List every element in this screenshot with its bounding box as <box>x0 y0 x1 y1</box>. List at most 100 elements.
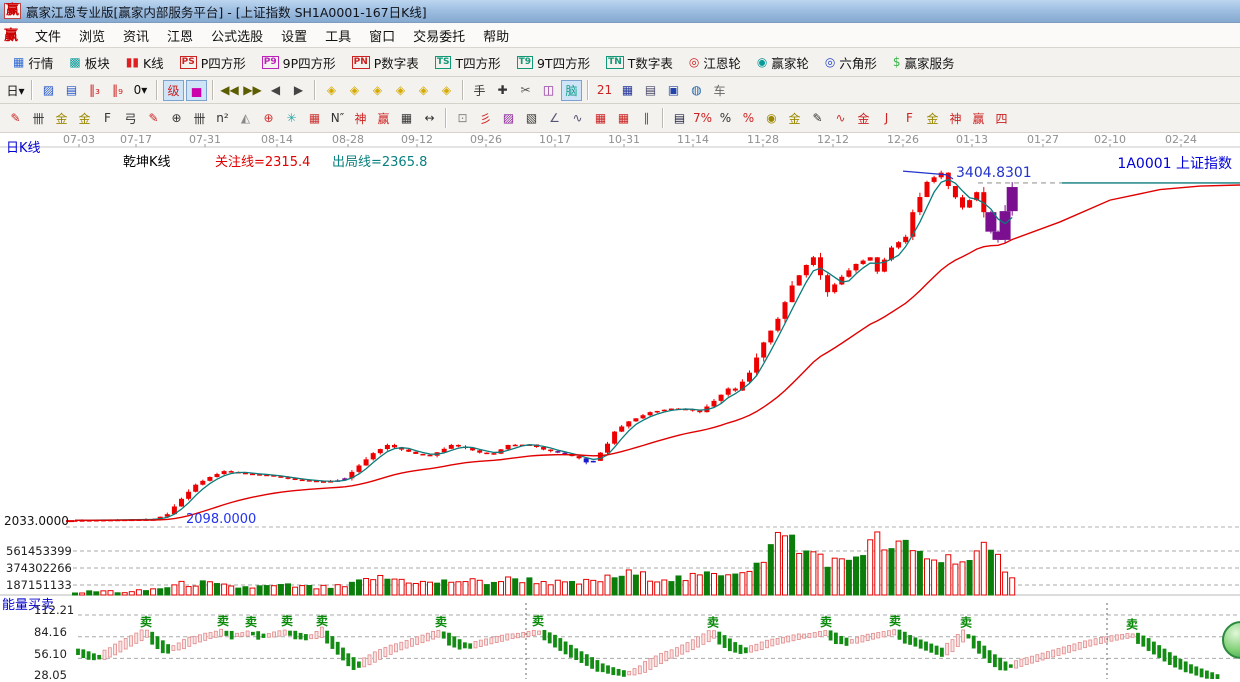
winner-wheel-button[interactable]: ◉ 赢家轮 <box>750 50 816 75</box>
menu-item-5[interactable]: 设置 <box>272 24 316 47</box>
t-square-button[interactable]: TS T四方形 <box>428 50 508 75</box>
sector-blocks-icon: ▩ <box>69 55 81 69</box>
red-rays-icon[interactable]: 彡 <box>475 108 496 129</box>
f-ruler-icon[interactable]: F <box>97 108 118 129</box>
calculator-icon[interactable]: ▦ <box>617 80 638 101</box>
snip-pointer-icon[interactable]: ✂ <box>515 80 536 101</box>
n-squared-icon[interactable]: n² <box>212 108 233 129</box>
p-square-button[interactable]: PS P四方形 <box>173 50 253 75</box>
wave-lines-icon[interactable]: ∿ <box>567 108 588 129</box>
save-disk-icon[interactable]: ▣ <box>663 80 684 101</box>
ink-pen-icon[interactable]: ✎ <box>807 108 828 129</box>
main-toolbar: ▦ 行情 ▩ 板块 ▮▮ K线 PS P四方形 P9 9P四方形 PN P数字表 TS T四方形 T9 9T四… <box>0 48 1240 77</box>
diamond-right-icon[interactable]: ◈ <box>344 80 365 101</box>
wave-av-icon[interactable]: ∿ <box>830 108 851 129</box>
pen-ruler-icon[interactable]: ✎ <box>143 108 164 129</box>
spiral-tool-icon[interactable]: 弓 <box>120 108 141 129</box>
ruler-grid-icon[interactable]: 卌 <box>28 108 49 129</box>
menu-item-9[interactable]: 帮助 <box>474 24 518 47</box>
j-angle-icon[interactable]: J <box>876 108 897 129</box>
trade-truck-icon[interactable]: 车 <box>709 80 730 101</box>
ying-angle-icon[interactable]: 赢 <box>968 108 989 129</box>
circle-cross-icon[interactable]: ⊕ <box>258 108 279 129</box>
shen-angle-icon[interactable]: 神 <box>945 108 966 129</box>
red-grid-b-icon[interactable]: ▦ <box>613 108 634 129</box>
diamond-hcompress-icon[interactable]: ◈ <box>390 80 411 101</box>
menu-item-7[interactable]: 窗口 <box>360 24 404 47</box>
box-grid-icon[interactable]: ▦ <box>304 108 325 129</box>
angle-mirror-icon[interactable]: ◭ <box>235 108 256 129</box>
diamond-vcompress-icon[interactable]: ◈ <box>413 80 434 101</box>
plain-ruler-icon[interactable]: 卌 <box>189 108 210 129</box>
chart-canvas[interactable]: 07-03 07-17 07-31 08-14 08-28 09-12 09-26 10-17… <box>0 133 1240 679</box>
menu-item-1[interactable]: 浏览 <box>70 24 114 47</box>
box-corner-icon[interactable]: ⊡ <box>452 108 473 129</box>
grid-123-icon[interactable]: ▦ <box>396 108 417 129</box>
9t-square-button[interactable]: T9 9T四方形 <box>510 50 598 75</box>
shen-grid-icon[interactable]: 神 <box>350 108 371 129</box>
sector-blocks-button[interactable]: ▩ 板块 <box>62 50 116 75</box>
zero-dropdown[interactable]: 0▾ <box>130 80 151 101</box>
last-page-icon[interactable]: ▶▶ <box>242 80 263 101</box>
gold-lines-red-icon[interactable]: 金 <box>853 108 874 129</box>
notepad-icon[interactable]: ▤ <box>640 80 661 101</box>
winner-service-button[interactable]: $ 赢家服务 <box>886 50 962 75</box>
gann-gold-grid2-icon[interactable]: 金 <box>74 108 95 129</box>
pattern-window-icon[interactable]: ▨ <box>38 80 59 101</box>
red-grid-a-icon[interactable]: ▦ <box>590 108 611 129</box>
first-page-icon[interactable]: ◀◀ <box>219 80 240 101</box>
qiankun-kline-icon[interactable]: 级 <box>163 79 184 101</box>
diamond-left-icon[interactable]: ◈ <box>321 80 342 101</box>
circle-gold-icon[interactable]: ◉ <box>761 108 782 129</box>
crosshair-icon[interactable]: ✚ <box>492 80 513 101</box>
purple-frame-tool-icon[interactable]: ◫ <box>538 80 559 101</box>
calendar-21-icon[interactable]: 21 <box>594 80 615 101</box>
hand-drag-icon[interactable]: 手 <box>469 80 490 101</box>
chart-area: 日K线 乾坤K线 关注线=2315.4 出局线=2365.8 1A0001 上证… <box>0 133 1240 682</box>
t-number-table-button[interactable]: TN T数字表 <box>599 50 680 75</box>
p-number-table-button[interactable]: PN P数字表 <box>345 50 426 75</box>
purple-grid-rays-icon[interactable]: ▨ <box>498 108 519 129</box>
si-angle-icon[interactable]: 四 <box>991 108 1012 129</box>
menu-item-8[interactable]: 交易委托 <box>404 24 474 47</box>
n-quote-icon[interactable]: Ν″ <box>327 108 348 129</box>
percent-lines-icon[interactable]: % <box>738 108 759 129</box>
period-day-dropdown[interactable]: 日▾ <box>5 80 26 101</box>
prev-bar-icon[interactable]: ◀ <box>265 80 286 101</box>
pen-tool-icon[interactable]: ✎ <box>5 108 26 129</box>
kline-button[interactable]: ▮▮ K线 <box>119 50 171 75</box>
percent-slash-icon[interactable]: 7% <box>692 108 713 129</box>
span-arrows-icon[interactable]: ↔ <box>419 108 440 129</box>
menu-item-3[interactable]: 江恩 <box>158 24 202 47</box>
menu-item-6[interactable]: 工具 <box>316 24 360 47</box>
export-globe-icon[interactable]: ◍ <box>686 80 707 101</box>
menu-item-0[interactable]: 文件 <box>26 24 70 47</box>
parallel-lines-icon[interactable]: ∥ <box>636 108 657 129</box>
hexagon-button[interactable]: ◎ 六角形 <box>818 50 884 75</box>
ying-grid-icon[interactable]: 赢 <box>373 108 394 129</box>
gann-wheel-button[interactable]: ◎ 江恩轮 <box>682 50 748 75</box>
bars-9-icon[interactable]: ‖₉ <box>107 80 128 101</box>
gann-gold-grid-icon[interactable]: 金 <box>51 108 72 129</box>
smart-brain-icon[interactable]: 脑 <box>561 79 582 101</box>
bars-percent-icon[interactable]: ▤ <box>669 108 690 129</box>
menu-item-4[interactable]: 公式选股 <box>202 24 272 47</box>
quote-table-button[interactable]: ▦ 行情 <box>6 50 60 75</box>
bars-3-icon[interactable]: ‖₃ <box>84 80 105 101</box>
title-bar[interactable]: 赢 赢家江恩专业版[赢家内部服务平台] - [上证指数 SH1A0001-167… <box>0 0 1240 23</box>
info-doc-icon[interactable]: ▤ <box>61 80 82 101</box>
star-grid-icon[interactable]: ✳ <box>281 108 302 129</box>
gold-lines-icon[interactable]: 金 <box>784 108 805 129</box>
menu-item-2[interactable]: 资讯 <box>114 24 158 47</box>
angle-lines-icon[interactable]: ∠ <box>544 108 565 129</box>
diamond-hexpand-icon[interactable]: ◈ <box>367 80 388 101</box>
circle-ruler-icon[interactable]: ⊕ <box>166 108 187 129</box>
percent-icon[interactable]: % <box>715 108 736 129</box>
f-angle-icon[interactable]: F <box>899 108 920 129</box>
color-histogram-icon[interactable]: ▅ <box>186 79 207 101</box>
diamond-vexpand-icon[interactable]: ◈ <box>436 80 457 101</box>
9p-square-button[interactable]: P9 9P四方形 <box>255 50 343 75</box>
gold-angle-icon[interactable]: 金 <box>922 108 943 129</box>
next-bar-icon[interactable]: ▶ <box>288 80 309 101</box>
dark-grid-rays-icon[interactable]: ▧ <box>521 108 542 129</box>
